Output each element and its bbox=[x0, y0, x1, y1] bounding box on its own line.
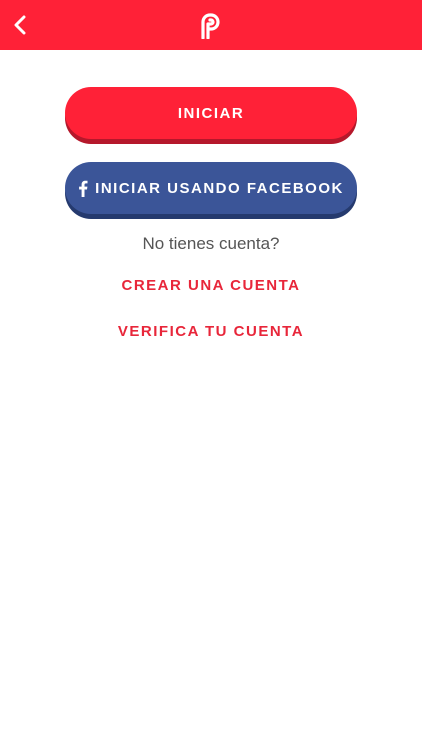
verify-account-link[interactable]: VERIFICA TU CUENTA bbox=[0, 323, 422, 340]
chevron-left-icon bbox=[14, 15, 26, 35]
facebook-icon bbox=[78, 180, 88, 197]
back-button[interactable] bbox=[8, 13, 32, 37]
top-bar bbox=[0, 0, 422, 50]
login-button[interactable]: INICIAR bbox=[65, 87, 357, 139]
app-logo bbox=[198, 12, 224, 40]
parler-logo-icon bbox=[201, 13, 220, 39]
facebook-login-button[interactable]: INICIAR USANDO FACEBOOK bbox=[65, 162, 357, 214]
login-button-label: INICIAR bbox=[177, 104, 245, 122]
facebook-login-label: INICIAR USANDO FACEBOOK bbox=[95, 179, 344, 197]
create-account-link[interactable]: CREAR UNA CUENTA bbox=[0, 277, 422, 294]
no-account-prompt: No tienes cuenta? bbox=[142, 234, 280, 253]
